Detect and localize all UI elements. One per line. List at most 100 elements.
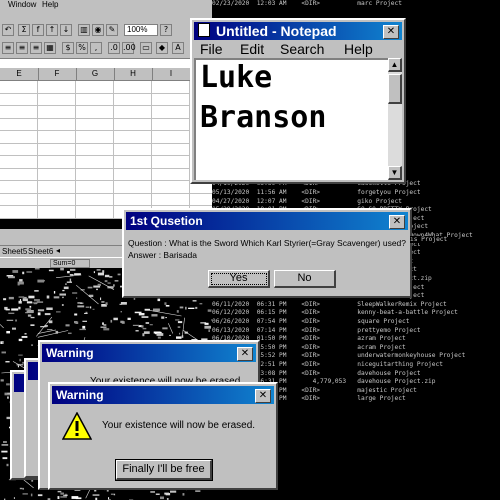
align-right-icon[interactable]: ≡ xyxy=(30,42,42,54)
column-header-g[interactable]: G xyxy=(76,68,115,80)
grid-cell[interactable] xyxy=(0,206,38,219)
undo-icon[interactable]: ↶ xyxy=(2,24,14,36)
grid-cell[interactable] xyxy=(76,81,114,94)
scroll-thumb[interactable] xyxy=(388,74,402,104)
grid-cell[interactable] xyxy=(38,118,76,131)
sum-icon[interactable]: Σ xyxy=(18,24,30,36)
warning-back-titlebar[interactable]: Warning ✕ xyxy=(42,344,256,362)
grid-cell[interactable] xyxy=(76,168,114,181)
column-header-f[interactable]: F xyxy=(38,68,77,80)
grid-cell[interactable] xyxy=(152,181,190,194)
grid-cell[interactable] xyxy=(114,93,152,106)
tab-scroll-left-icon[interactable]: ◂ xyxy=(56,246,60,255)
grid-cell[interactable] xyxy=(152,131,190,144)
fill-color-icon[interactable]: ◆ xyxy=(156,42,168,54)
grid-cell[interactable] xyxy=(152,106,190,119)
grid-cell[interactable] xyxy=(76,118,114,131)
grid-cell[interactable] xyxy=(0,118,38,131)
finally-free-button[interactable]: Finally I'll be free xyxy=(115,459,213,481)
increase-decimal-icon[interactable]: .0 xyxy=(108,42,120,54)
align-center-icon[interactable]: ≡ xyxy=(16,42,28,54)
align-left-icon[interactable]: ≡ xyxy=(2,42,14,54)
grid-cell[interactable] xyxy=(152,143,190,156)
grid-cell[interactable] xyxy=(38,193,76,206)
currency-icon[interactable]: $ xyxy=(62,42,74,54)
grid-cell[interactable] xyxy=(0,181,38,194)
menu-help[interactable]: Help xyxy=(344,41,373,57)
grid-cell[interactable] xyxy=(152,168,190,181)
drawing-icon[interactable]: ✎ xyxy=(106,24,118,36)
borders-icon[interactable]: ▭ xyxy=(140,42,152,54)
grid-cell[interactable] xyxy=(152,118,190,131)
grid-cell[interactable] xyxy=(0,131,38,144)
function-icon[interactable]: f xyxy=(32,24,44,36)
question-titlebar[interactable]: 1st Qusetion ✕ xyxy=(126,212,408,230)
grid-cell[interactable] xyxy=(152,156,190,169)
close-icon[interactable]: ✕ xyxy=(255,389,271,403)
column-header-e[interactable]: E xyxy=(0,68,39,80)
notepad-titlebar[interactable]: Untitled - Notepad ✕ xyxy=(194,22,402,40)
grid-cell[interactable] xyxy=(0,168,38,181)
column-header-h[interactable]: H xyxy=(114,68,153,80)
menu-file[interactable]: File xyxy=(200,41,223,57)
grid-cell[interactable] xyxy=(152,81,190,94)
grid-cell[interactable] xyxy=(76,156,114,169)
grid-cell[interactable] xyxy=(0,143,38,156)
grid-cell[interactable] xyxy=(76,131,114,144)
grid-cell[interactable] xyxy=(38,131,76,144)
grid-cell[interactable] xyxy=(0,93,38,106)
no-button[interactable]: No xyxy=(274,270,336,288)
grid-cell[interactable] xyxy=(76,206,114,219)
grid-cell[interactable] xyxy=(38,156,76,169)
map-icon[interactable]: ◉ xyxy=(92,24,104,36)
grid-cell[interactable] xyxy=(38,143,76,156)
zoom-select[interactable]: 100% xyxy=(124,24,158,36)
grid-cell[interactable] xyxy=(76,181,114,194)
grid-cell[interactable] xyxy=(38,106,76,119)
menu-help[interactable]: Help xyxy=(42,0,58,9)
column-header-i[interactable]: I xyxy=(152,68,191,80)
grid-cell[interactable] xyxy=(114,81,152,94)
grid-cell[interactable] xyxy=(114,118,152,131)
grid-cell[interactable] xyxy=(0,81,38,94)
grid-cell[interactable] xyxy=(114,168,152,181)
merge-icon[interactable]: ▦ xyxy=(44,42,56,54)
close-icon[interactable]: ✕ xyxy=(389,215,405,229)
sort-ascending-icon[interactable]: ↑ xyxy=(46,24,58,36)
grid-cell[interactable] xyxy=(114,193,152,206)
grid-cell[interactable] xyxy=(38,93,76,106)
grid-cell[interactable] xyxy=(38,81,76,94)
grid-cell[interactable] xyxy=(76,106,114,119)
menu-search[interactable]: Search xyxy=(280,41,324,57)
cell-grid[interactable] xyxy=(0,81,212,219)
grid-cell[interactable] xyxy=(114,156,152,169)
grid-cell[interactable] xyxy=(114,143,152,156)
grid-cell[interactable] xyxy=(114,131,152,144)
close-icon[interactable]: ✕ xyxy=(383,25,399,39)
scroll-down-icon[interactable]: ▼ xyxy=(388,166,402,180)
grid-cell[interactable] xyxy=(114,181,152,194)
help-icon[interactable]: ? xyxy=(160,24,172,36)
grid-cell[interactable] xyxy=(114,106,152,119)
grid-cell[interactable] xyxy=(0,106,38,119)
notepad-text-area[interactable]: Luke Branson xyxy=(194,58,388,180)
font-color-icon[interactable]: A xyxy=(172,42,184,54)
warning-titlebar[interactable]: Warning ✕ xyxy=(52,386,274,404)
grid-cell[interactable] xyxy=(152,93,190,106)
grid-cell[interactable] xyxy=(0,156,38,169)
comma-icon[interactable]: , xyxy=(90,42,102,54)
grid-cell[interactable] xyxy=(38,206,76,219)
grid-cell[interactable] xyxy=(0,193,38,206)
chart-wizard-icon[interactable]: ▥ xyxy=(78,24,90,36)
grid-cell[interactable] xyxy=(152,193,190,206)
yes-button[interactable]: Yes xyxy=(208,270,270,288)
menu-window[interactable]: Window xyxy=(8,0,36,9)
grid-cell[interactable] xyxy=(190,194,212,206)
percent-icon[interactable]: % xyxy=(76,42,88,54)
grid-cell[interactable] xyxy=(76,193,114,206)
grid-cell[interactable] xyxy=(76,93,114,106)
notepad-scrollbar[interactable]: ▲ ▼ xyxy=(388,58,402,180)
decrease-decimal-icon[interactable]: .00 xyxy=(122,42,136,54)
scroll-up-icon[interactable]: ▲ xyxy=(388,58,402,72)
close-icon[interactable]: ✕ xyxy=(237,347,253,361)
